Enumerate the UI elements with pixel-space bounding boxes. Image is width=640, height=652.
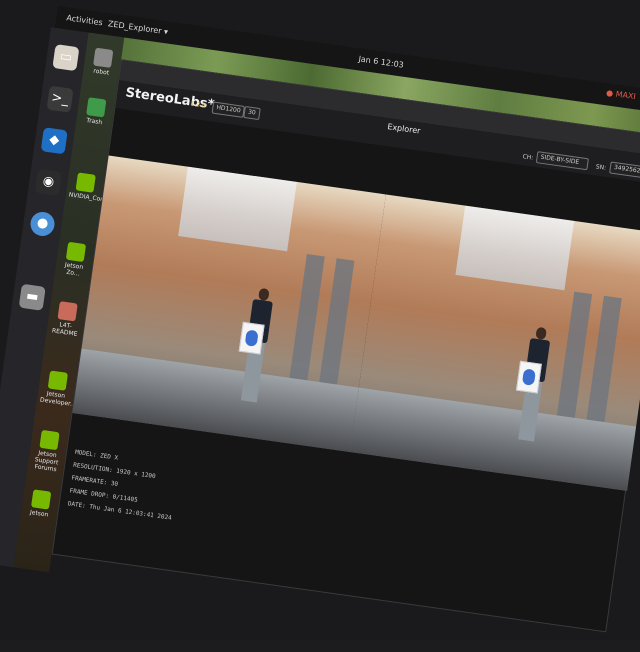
- skylight: [178, 166, 297, 252]
- clock[interactable]: Jan 6 12:03: [358, 54, 404, 69]
- zed-explorer-window: StereoLabs* 1.3.0 HD1200 30 Explorer CH:…: [51, 59, 640, 633]
- fps-select[interactable]: 30: [243, 105, 261, 121]
- stereo-viewer[interactable]: [72, 155, 640, 491]
- desktop-item[interactable]: Trash: [79, 96, 112, 127]
- nvidia-icon: [65, 241, 87, 263]
- system-tray[interactable]: ● MAXI: [606, 88, 637, 101]
- drive-icon[interactable]: ▬: [18, 283, 46, 311]
- activities-button[interactable]: Activities: [66, 13, 103, 27]
- desktop-item[interactable]: L4T-README: [49, 300, 83, 338]
- ch-label: CH:: [522, 153, 534, 162]
- files-icon[interactable]: ▭: [52, 44, 80, 72]
- desktop-item[interactable]: Jetson: [24, 488, 57, 519]
- explorer-label: Explorer: [386, 122, 422, 136]
- desktop-item[interactable]: Jetson Developer...: [40, 370, 76, 408]
- folder-icon: [57, 301, 78, 322]
- desktop-item[interactable]: Jetson Support Forums: [30, 429, 65, 474]
- desktop-item[interactable]: robot: [86, 47, 119, 78]
- trash-icon: [86, 97, 107, 118]
- obs-icon[interactable]: ◉: [34, 168, 62, 196]
- tilted-screen: Activities ZED_Explorer ▾ Jan 6 12:03 ● …: [0, 6, 640, 650]
- nvidia-icon: [30, 489, 52, 510]
- left-camera-image: [72, 155, 386, 452]
- sn-label: SN:: [595, 163, 607, 172]
- nvidia-icon: [75, 172, 96, 193]
- app-menu[interactable]: ZED_Explorer ▾: [107, 19, 168, 36]
- skylight: [455, 205, 575, 291]
- right-camera-image: [349, 194, 640, 491]
- floor: [72, 348, 359, 452]
- home-folder-icon: [93, 47, 114, 68]
- terminal-icon[interactable]: >_: [46, 85, 74, 113]
- stream-info: MODEL: ZED X RESOLUTION: 1920 x 1200 FRA…: [67, 446, 180, 525]
- desktop-item[interactable]: NVIDIA_Community: [68, 172, 127, 206]
- nvidia-icon: [47, 370, 69, 391]
- nvidia-icon: [39, 429, 60, 451]
- desktop-item[interactable]: Jetson Zo...: [58, 241, 92, 279]
- vscode-icon[interactable]: ◆: [40, 127, 68, 155]
- resolution-select[interactable]: HD1200: [211, 101, 246, 118]
- chromium-icon[interactable]: ●: [28, 210, 57, 238]
- desktop-background: Activities ZED_Explorer ▾ Jan 6 12:03 ● …: [0, 0, 640, 640]
